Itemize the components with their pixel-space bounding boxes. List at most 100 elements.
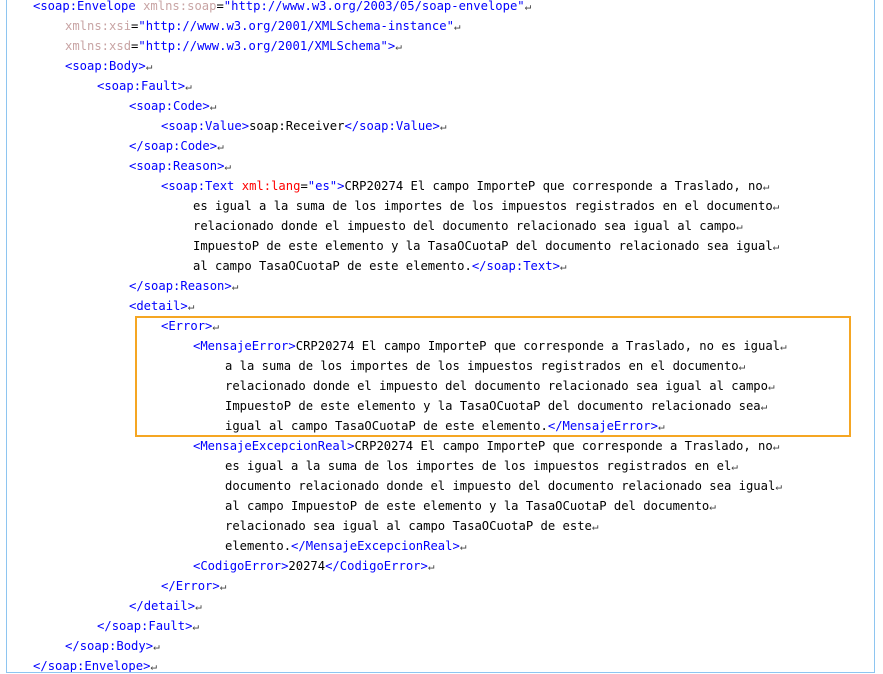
line-return-icon: ↵ [185,80,192,93]
line-return-icon: ↵ [772,240,780,253]
code-line: relacionado sea igual al campo TasaOCuot… [7,516,787,536]
code-token: </ [65,639,80,653]
line-return-icon: ↵ [772,440,780,453]
line-return-icon: ↵ [775,480,782,493]
code-token: soap:Fault [111,619,186,633]
code-line: igual al campo TasaOCuotaP de este eleme… [7,416,787,436]
xml-code-block: <soap:Envelope xmlns:soap="http://www.w3… [7,0,787,673]
code-line: </soap:Reason>↵ [7,276,787,296]
code-token: </ [129,279,144,293]
line-return-icon: ↵ [439,120,447,133]
line-return-icon: ↵ [192,620,200,633]
code-token: MensajeError [200,339,289,353]
line-return-icon: ↵ [224,160,232,173]
code-token: igual al campo TasaOCuotaP de este eleme… [225,419,548,433]
code-token: soap:Code [136,99,203,113]
line-return-icon: ↵ [427,560,435,573]
code-line: xmlns:xsi="http://www.w3.org/2001/XMLSch… [7,16,787,36]
line-return-icon: ↵ [459,540,467,553]
code-token: soap:Envelope [47,659,144,673]
code-token: > [145,639,154,653]
code-token: documento relacionado donde el impuesto … [225,479,776,493]
code-token: soap:Body [79,639,146,653]
line-return-icon: ↵ [524,0,532,13]
code-token: </ [129,599,144,613]
code-line: documento relacionado donde el impuesto … [7,476,787,496]
code-token: > [452,539,460,553]
code-token: </ [97,619,112,633]
line-return-icon: ↵ [780,340,787,353]
line-return-icon: ↵ [209,100,217,113]
code-token: al campo TasaOCuotaP de este elemento. [193,259,472,273]
code-line: <soap:Text xml:lang="es">CRP20274 El cam… [7,176,787,196]
code-token: 20274 [288,559,326,573]
code-line: elemento.</MensajeExcepcionReal>↵ [7,536,787,556]
code-line: </detail>↵ [7,596,787,616]
line-return-icon: ↵ [559,260,567,273]
code-token: soap:Text [168,179,235,193]
line-return-icon: ↵ [145,60,153,73]
line-return-icon: ↵ [231,280,239,293]
code-token: > [552,259,560,273]
code-line: </soap:Body>↵ [7,636,787,656]
code-line: <soap:Value>soap:Receiver</soap:Value>↵ [7,116,787,136]
code-token: soap:Value [359,119,433,133]
code-token: CRP20274 El campo ImporteP que correspon… [344,179,763,193]
code-line: <soap:Body>↵ [7,56,787,76]
code-token: CRP20274 El campo ImporteP que correspon… [354,439,773,453]
code-line: al campo ImpuestoP de este elemento y la… [7,496,787,516]
code-token: soap:Reason [136,159,218,173]
code-token: MensajeError [562,419,651,433]
code-token: > [432,119,440,133]
line-return-icon: ↵ [709,500,716,513]
code-token: ImpuestoP de este elemento y la TasaOCuo… [225,399,761,413]
code-token: xml:lang [241,179,301,193]
code-token: = [300,179,308,193]
code-token: > [241,119,250,133]
code-token: soap:Receiver [249,119,345,133]
code-line: <Error>↵ [7,316,787,336]
code-line: al campo TasaOCuotaP de este elemento.</… [7,256,787,276]
code-token: </ [325,559,340,573]
code-line: </soap:Fault>↵ [7,616,787,636]
line-return-icon: ↵ [187,300,195,313]
code-token: soap:Body [72,59,139,73]
line-return-icon: ↵ [219,580,227,593]
code-token: > [209,139,218,153]
code-token: CodigoError [339,559,421,573]
code-token: es igual a la suma de los importes de lo… [193,199,773,213]
code-token: > [202,99,210,113]
code-line: </Error>↵ [7,576,787,596]
line-return-icon: ↵ [657,420,665,433]
code-token: </ [129,139,144,153]
code-token: > [212,579,220,593]
line-return-icon: ↵ [760,400,768,413]
code-line: es igual a la suma de los importes de lo… [7,196,787,216]
code-token: Error [168,319,206,333]
code-token: </ [344,119,360,133]
code-token: </ [471,259,487,273]
code-token: MensajeExcepcionReal [305,539,453,553]
line-return-icon: ↵ [772,200,780,213]
code-token: soap:Value [168,119,242,133]
code-line: ImpuestoP de este elemento y la TasaOCuo… [7,396,787,416]
code-token: > [650,419,658,433]
line-return-icon: ↵ [195,600,202,613]
code-token: > [224,279,232,293]
code-token: "es" [307,179,338,193]
code-token: es igual a la suma de los importes de lo… [225,459,732,473]
code-token: relacionado donde el impuesto del docume… [225,379,768,393]
line-return-icon: ↵ [217,140,224,153]
code-token: "http://www.w3.org/2001/XMLSchema-instan… [138,19,454,33]
code-token: soap:Text [486,259,553,273]
line-return-icon: ↵ [453,20,461,33]
code-token: soap:Fault [104,79,178,93]
code-token: soap:Code [143,139,210,153]
line-return-icon: ↵ [153,640,160,653]
code-line: </soap:Envelope>↵ [7,656,787,673]
code-line: <soap:Fault>↵ [7,76,787,96]
code-token: detail [136,299,181,313]
code-token: > [420,559,428,573]
line-return-icon: ↵ [395,40,402,53]
